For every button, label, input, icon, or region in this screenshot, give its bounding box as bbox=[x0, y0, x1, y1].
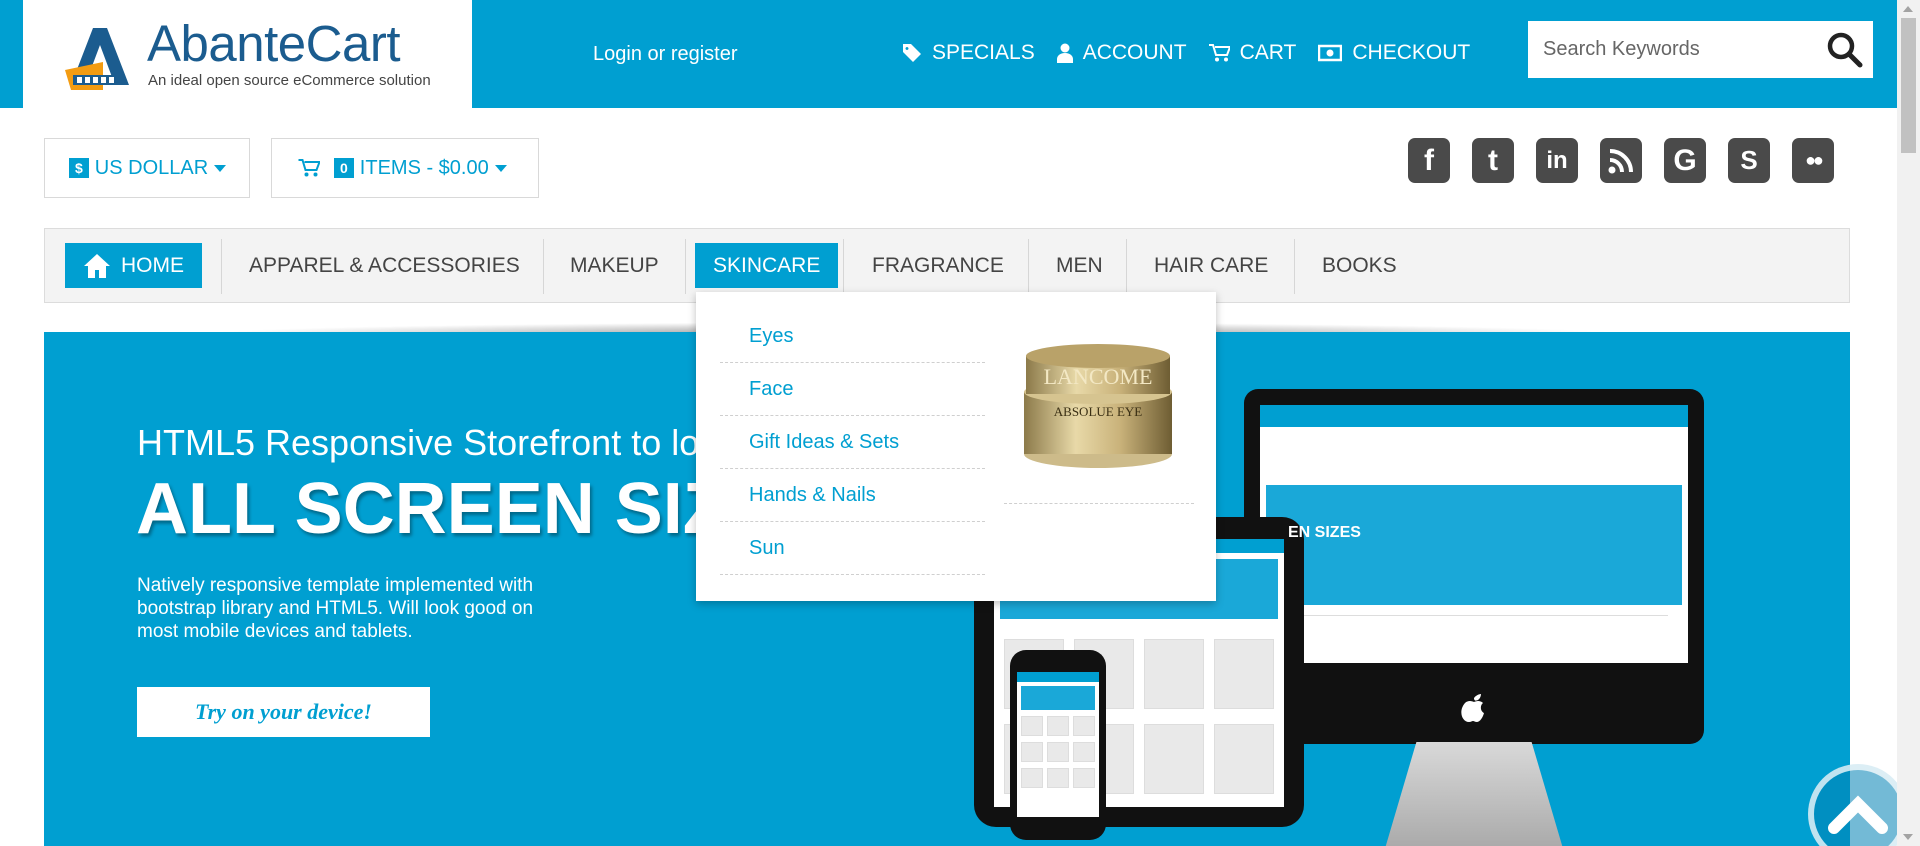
cart-label: CART bbox=[1239, 41, 1297, 64]
linkedin-icon[interactable]: in bbox=[1536, 138, 1578, 183]
cart-link[interactable]: CART bbox=[1208, 41, 1297, 65]
mini-cart[interactable]: 0 ITEMS - $0.00 bbox=[271, 138, 539, 198]
nav-divider bbox=[221, 239, 222, 294]
skype-icon[interactable]: S bbox=[1728, 138, 1770, 183]
account-label: ACCOUNT bbox=[1082, 41, 1187, 64]
user-icon bbox=[1056, 43, 1073, 63]
mock-hero bbox=[1266, 485, 1682, 605]
flickr-icon[interactable]: ●● bbox=[1792, 138, 1834, 183]
subcategory-gift-ideas[interactable]: Gift Ideas & Sets bbox=[720, 416, 985, 469]
nav-item-skincare[interactable]: SKINCARE bbox=[695, 243, 839, 288]
nav-label-home: HOME bbox=[121, 253, 184, 277]
skincare-dropdown: Eyes Face Gift Ideas & Sets Hands & Nail… bbox=[696, 292, 1216, 601]
nav-item-apparel[interactable]: APPAREL & ACCESSORIES bbox=[231, 243, 538, 288]
mock-banner-text: EN SIZES bbox=[1288, 524, 1361, 541]
currency-symbol: $ bbox=[69, 158, 89, 178]
logo-tagline: An ideal open source eCommerce solution bbox=[148, 72, 431, 89]
nav-divider bbox=[1028, 239, 1029, 294]
subcategory-sun[interactable]: Sun bbox=[720, 522, 985, 575]
header-bar: AbanteCart An ideal open source eCommerc… bbox=[0, 0, 1897, 108]
rss-icon[interactable] bbox=[1600, 138, 1642, 183]
scroll-down-arrow[interactable] bbox=[1903, 834, 1913, 840]
logo-icon bbox=[65, 28, 129, 90]
search-icon[interactable] bbox=[1825, 31, 1865, 69]
checkout-link[interactable]: CHECKOUT bbox=[1318, 41, 1470, 65]
specials-label: SPECIALS bbox=[932, 41, 1035, 64]
cart-total-label: ITEMS - $0.00 bbox=[359, 156, 489, 179]
twitter-icon[interactable]: t bbox=[1472, 138, 1514, 183]
specials-link[interactable]: SPECIALS bbox=[902, 41, 1035, 65]
scroll-thumb[interactable] bbox=[1901, 18, 1916, 153]
top-nav: SPECIALS ACCOUNT CART CHECKOUT bbox=[902, 41, 1470, 65]
nav-divider bbox=[685, 239, 686, 294]
product-name: ABSOLUE EYE bbox=[1054, 404, 1143, 419]
chevron-down-icon bbox=[214, 164, 227, 172]
try-device-button[interactable]: Try on your device! bbox=[137, 687, 430, 737]
phone-mockup bbox=[1010, 650, 1106, 840]
checkout-label: CHECKOUT bbox=[1352, 41, 1471, 64]
chevron-down-icon bbox=[494, 164, 507, 172]
logo[interactable]: AbanteCart An ideal open source eCommerc… bbox=[23, 0, 472, 108]
nav-item-makeup[interactable]: MAKEUP bbox=[552, 243, 677, 288]
nav-divider bbox=[843, 239, 844, 294]
mock-header bbox=[1260, 405, 1688, 427]
subcategory-list: Eyes Face Gift Ideas & Sets Hands & Nail… bbox=[720, 310, 985, 575]
imac-mockup bbox=[1244, 389, 1704, 744]
facebook-icon[interactable]: f bbox=[1408, 138, 1450, 183]
rss-glyph bbox=[1608, 148, 1633, 173]
nav-item-books[interactable]: BOOKS bbox=[1304, 243, 1415, 288]
product-brand: LANCOME bbox=[1044, 364, 1153, 389]
login-register-link[interactable]: Login or register bbox=[593, 43, 738, 66]
search-input[interactable] bbox=[1528, 21, 1813, 78]
scroll-up-arrow[interactable] bbox=[1903, 6, 1913, 12]
banner-description: Natively responsive template implemented… bbox=[137, 575, 534, 642]
banner-subtitle: HTML5 Responsive Storefront to lo bbox=[137, 422, 700, 463]
home-icon bbox=[84, 253, 110, 278]
logo-text: AbanteCart bbox=[147, 15, 401, 72]
nav-divider bbox=[1126, 239, 1127, 294]
search-box bbox=[1528, 21, 1873, 78]
currency-selector[interactable]: $ US DOLLAR bbox=[44, 138, 250, 198]
scrollbar[interactable] bbox=[1897, 0, 1920, 846]
cart-count-badge: 0 bbox=[334, 158, 354, 178]
google-icon[interactable]: G bbox=[1664, 138, 1706, 183]
banner-title: ALL SCREEN SIZ bbox=[136, 469, 727, 549]
product-divider bbox=[1004, 503, 1194, 504]
product-image[interactable]: LANCOME ABSOLUE EYE bbox=[1018, 336, 1178, 476]
nav-item-men[interactable]: MEN bbox=[1038, 243, 1121, 288]
cart-icon bbox=[1208, 44, 1230, 62]
scroll-to-top-button[interactable] bbox=[1808, 764, 1908, 846]
social-links: f t in G S ●● bbox=[1408, 138, 1834, 183]
chevron-up-icon bbox=[1828, 795, 1888, 834]
mock-header bbox=[1017, 672, 1099, 682]
account-link[interactable]: ACCOUNT bbox=[1056, 41, 1187, 65]
tag-icon bbox=[903, 44, 921, 62]
subcategory-face[interactable]: Face bbox=[720, 363, 985, 416]
subcategory-hands-nails[interactable]: Hands & Nails bbox=[720, 469, 985, 522]
apple-icon bbox=[1461, 694, 1484, 722]
mock-hero bbox=[1021, 686, 1095, 710]
nav-item-home[interactable]: HOME bbox=[65, 243, 202, 288]
phone-screen bbox=[1017, 672, 1099, 817]
nav-item-hair-care[interactable]: HAIR CARE bbox=[1136, 243, 1286, 288]
nav-divider bbox=[1294, 239, 1295, 294]
subcategory-eyes[interactable]: Eyes bbox=[720, 310, 985, 363]
money-icon bbox=[1318, 44, 1343, 62]
nav-item-fragrance[interactable]: FRAGRANCE bbox=[854, 243, 1022, 288]
imac-stand bbox=[1384, 742, 1564, 846]
currency-label: US DOLLAR bbox=[94, 156, 209, 179]
cart-icon bbox=[298, 159, 320, 177]
mock-features bbox=[1280, 615, 1668, 655]
nav-divider bbox=[543, 239, 544, 294]
